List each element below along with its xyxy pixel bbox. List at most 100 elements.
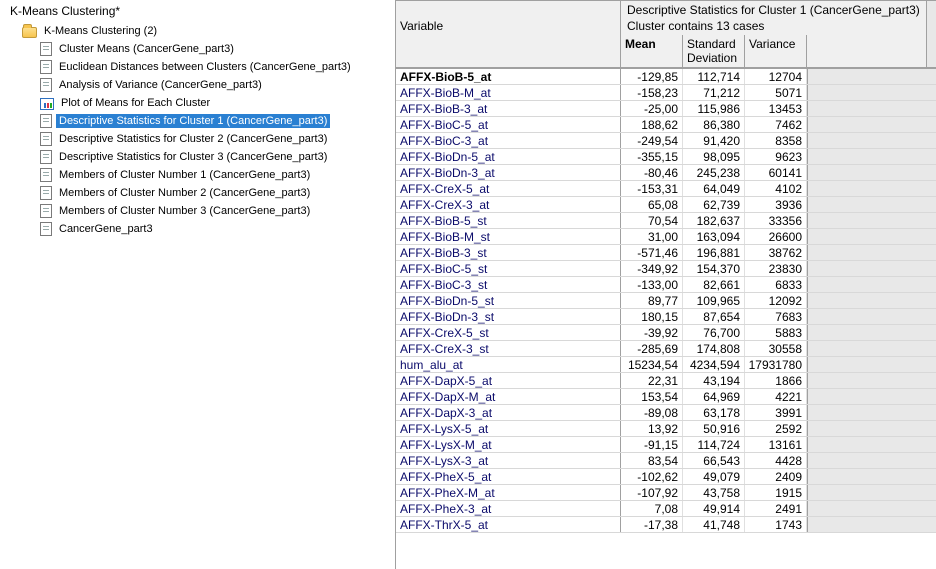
cell[interactable]: -91,15 (621, 437, 683, 452)
cell[interactable]: -158,23 (621, 85, 683, 100)
cell[interactable]: 23830 (745, 261, 807, 276)
row-header[interactable]: hum_alu_at (396, 357, 621, 372)
cell[interactable]: -25,00 (621, 101, 683, 116)
cell[interactable]: 196,881 (683, 245, 745, 260)
table-row[interactable]: AFFX-BioDn-5_at-355,1598,0959623 (396, 149, 936, 165)
cell[interactable]: -571,46 (621, 245, 683, 260)
cell[interactable]: 9623 (745, 149, 807, 164)
cell[interactable]: 38762 (745, 245, 807, 260)
column-header[interactable]: Variance (745, 35, 807, 67)
tree-item-9[interactable]: Members of Cluster Number 3 (CancerGene_… (40, 202, 395, 220)
table-row[interactable]: AFFX-BioC-5_at188,6286,3807462 (396, 117, 936, 133)
cell[interactable]: 64,969 (683, 389, 745, 404)
cell[interactable]: 70,54 (621, 213, 683, 228)
row-header[interactable]: AFFX-BioB-M_at (396, 85, 621, 100)
cell[interactable]: 7683 (745, 309, 807, 324)
grid-body[interactable]: AFFX-BioB-5_at-129,85112,71412704AFFX-Bi… (396, 69, 936, 569)
row-header[interactable]: AFFX-BioC-5_st (396, 261, 621, 276)
table-row[interactable]: hum_alu_at15234,544234,59417931780 (396, 357, 936, 373)
row-header[interactable]: AFFX-PheX-3_at (396, 501, 621, 516)
tree-item-10[interactable]: CancerGene_part3 (40, 220, 395, 238)
cell[interactable]: 4428 (745, 453, 807, 468)
cell[interactable]: 41,748 (683, 517, 745, 532)
cell[interactable]: -249,54 (621, 133, 683, 148)
row-header[interactable]: AFFX-BioDn-5_at (396, 149, 621, 164)
cell[interactable]: 49,914 (683, 501, 745, 516)
cell[interactable]: 15234,54 (621, 357, 683, 372)
cell[interactable]: 76,700 (683, 325, 745, 340)
cell[interactable]: 8358 (745, 133, 807, 148)
table-row[interactable]: AFFX-LysX-5_at13,9250,9162592 (396, 421, 936, 437)
tree-item-4[interactable]: Descriptive Statistics for Cluster 1 (Ca… (40, 112, 395, 130)
row-header[interactable]: AFFX-CreX-5_st (396, 325, 621, 340)
row-header[interactable]: AFFX-BioB-M_st (396, 229, 621, 244)
cell[interactable]: 114,724 (683, 437, 745, 452)
cell[interactable]: 4234,594 (683, 357, 745, 372)
cell[interactable]: 82,661 (683, 277, 745, 292)
table-row[interactable]: AFFX-PheX-5_at-102,6249,0792409 (396, 469, 936, 485)
table-row[interactable]: AFFX-DapX-3_at-89,0863,1783991 (396, 405, 936, 421)
tree-item-5[interactable]: Descriptive Statistics for Cluster 2 (Ca… (40, 130, 395, 148)
tree-item-2[interactable]: Analysis of Variance (CancerGene_part3) (40, 76, 395, 94)
row-header[interactable]: AFFX-DapX-5_at (396, 373, 621, 388)
cell[interactable]: 17931780 (745, 357, 807, 372)
table-row[interactable]: AFFX-DapX-M_at153,5464,9694221 (396, 389, 936, 405)
cell[interactable]: 60141 (745, 165, 807, 180)
table-row[interactable]: AFFX-BioB-5_st70,54182,63733356 (396, 213, 936, 229)
table-row[interactable]: AFFX-PheX-M_at-107,9243,7581915 (396, 485, 936, 501)
cell[interactable]: 13,92 (621, 421, 683, 436)
cell[interactable]: 87,654 (683, 309, 745, 324)
cell[interactable]: -80,46 (621, 165, 683, 180)
cell[interactable]: 12092 (745, 293, 807, 308)
cell[interactable]: 13161 (745, 437, 807, 452)
table-row[interactable]: AFFX-CreX-5_at-153,3164,0494102 (396, 181, 936, 197)
table-row[interactable]: AFFX-CreX-5_st-39,9276,7005883 (396, 325, 936, 341)
cell[interactable]: -89,08 (621, 405, 683, 420)
cell[interactable]: 188,62 (621, 117, 683, 132)
cell[interactable]: 63,178 (683, 405, 745, 420)
cell[interactable]: -349,92 (621, 261, 683, 276)
cell[interactable]: 4221 (745, 389, 807, 404)
cell[interactable]: -153,31 (621, 181, 683, 196)
row-header[interactable]: AFFX-CreX-3_st (396, 341, 621, 356)
cell[interactable]: 182,637 (683, 213, 745, 228)
cell[interactable]: 174,808 (683, 341, 745, 356)
cell[interactable]: 1915 (745, 485, 807, 500)
cell[interactable]: 83,54 (621, 453, 683, 468)
table-row[interactable]: AFFX-BioDn-5_st89,77109,96512092 (396, 293, 936, 309)
table-row[interactable]: AFFX-CreX-3_st-285,69174,80830558 (396, 341, 936, 357)
cell[interactable]: 91,420 (683, 133, 745, 148)
table-row[interactable]: AFFX-BioDn-3_st180,1587,6547683 (396, 309, 936, 325)
table-row[interactable]: AFFX-LysX-M_at-91,15114,72413161 (396, 437, 936, 453)
cell[interactable]: -39,92 (621, 325, 683, 340)
cell[interactable]: 33356 (745, 213, 807, 228)
cell[interactable]: -133,00 (621, 277, 683, 292)
table-row[interactable]: AFFX-BioB-3_st-571,46196,88138762 (396, 245, 936, 261)
row-header[interactable]: AFFX-BioDn-3_st (396, 309, 621, 324)
table-row[interactable]: AFFX-BioC-5_st-349,92154,37023830 (396, 261, 936, 277)
row-header[interactable]: AFFX-CreX-3_at (396, 197, 621, 212)
table-row[interactable]: AFFX-CreX-3_at65,0862,7393936 (396, 197, 936, 213)
cell[interactable]: -107,92 (621, 485, 683, 500)
cell[interactable]: 109,965 (683, 293, 745, 308)
row-header[interactable]: AFFX-BioC-3_at (396, 133, 621, 148)
cell[interactable]: 245,238 (683, 165, 745, 180)
cell[interactable]: 30558 (745, 341, 807, 356)
cell[interactable]: 1743 (745, 517, 807, 532)
cell[interactable]: 12704 (745, 69, 807, 84)
column-header[interactable]: Mean (621, 35, 683, 67)
tree-item-1[interactable]: Euclidean Distances between Clusters (Ca… (40, 58, 395, 76)
table-row[interactable]: AFFX-BioDn-3_at-80,46245,23860141 (396, 165, 936, 181)
row-header[interactable]: AFFX-LysX-5_at (396, 421, 621, 436)
column-header[interactable]: StandardDeviation (683, 35, 745, 67)
table-row[interactable]: AFFX-BioB-M_st31,00163,09426600 (396, 229, 936, 245)
table-row[interactable]: AFFX-BioB-M_at-158,2371,2125071 (396, 85, 936, 101)
table-row[interactable]: AFFX-LysX-3_at83,5466,5434428 (396, 453, 936, 469)
cell[interactable]: -285,69 (621, 341, 683, 356)
cell[interactable]: 4102 (745, 181, 807, 196)
cell[interactable]: 66,543 (683, 453, 745, 468)
row-header[interactable]: AFFX-BioB-3_at (396, 101, 621, 116)
cell[interactable]: 115,986 (683, 101, 745, 116)
table-row[interactable]: AFFX-BioC-3_at-249,5491,4208358 (396, 133, 936, 149)
cell[interactable]: 89,77 (621, 293, 683, 308)
